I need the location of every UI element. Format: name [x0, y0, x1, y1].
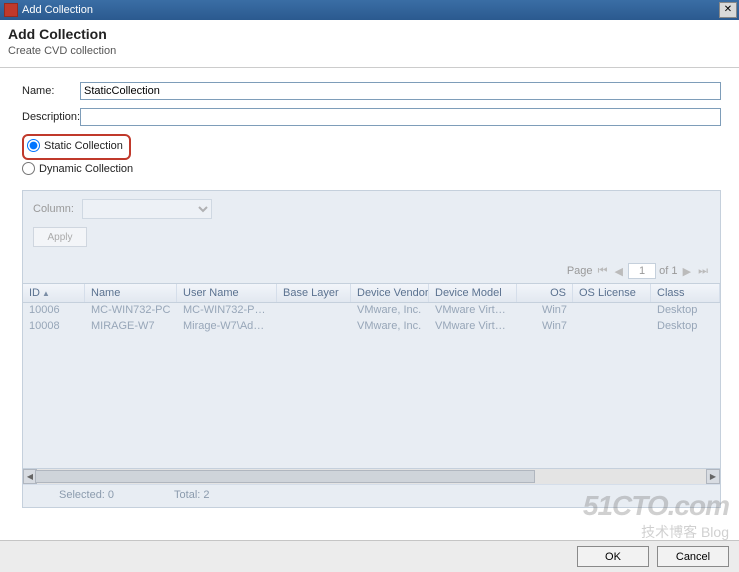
description-field[interactable]	[80, 108, 721, 126]
pager: Page ⏮ ◀ of 1 ▶ ⏭	[23, 257, 720, 283]
status-bar: Selected: 0 Total: 2	[23, 484, 720, 507]
page-input[interactable]	[628, 263, 656, 279]
dynamic-radio[interactable]	[22, 162, 35, 175]
grid-panel: Column: Apply Page ⏮ ◀ of 1 ▶ ⏭ ID▲ Name…	[22, 190, 721, 508]
column-label: Column:	[33, 203, 74, 215]
scroll-right-icon[interactable]: ▶	[706, 469, 720, 484]
next-page-icon[interactable]: ▶	[681, 266, 693, 278]
first-page-icon[interactable]: ⏮	[596, 265, 610, 277]
scroll-thumb[interactable]	[35, 470, 535, 483]
cancel-button[interactable]: Cancel	[657, 546, 729, 567]
col-user[interactable]: User Name	[177, 284, 277, 302]
last-page-icon[interactable]: ⏭	[696, 265, 710, 277]
total-count: Total: 2	[174, 489, 209, 501]
static-radio-label[interactable]: Static Collection	[27, 139, 123, 152]
dialog-header: Add Collection Create CVD collection	[0, 20, 739, 68]
window-title: Add Collection	[22, 4, 93, 16]
column-select[interactable]	[82, 199, 212, 219]
sort-asc-icon: ▲	[42, 289, 50, 298]
col-base[interactable]: Base Layer	[277, 284, 351, 302]
form-area: Name: Description: Static Collection Dyn…	[0, 68, 739, 184]
dynamic-radio-label[interactable]: Dynamic Collection	[22, 162, 133, 175]
col-class[interactable]: Class	[651, 284, 720, 302]
description-label: Description:	[22, 111, 80, 123]
apply-button[interactable]: Apply	[33, 227, 87, 247]
table-row[interactable]: 10008 MIRAGE-W7 Mirage-W7\Admini... VMwa…	[23, 319, 720, 335]
app-icon	[4, 3, 18, 17]
name-field[interactable]	[80, 82, 721, 100]
col-name[interactable]: Name	[85, 284, 177, 302]
name-label: Name:	[22, 85, 80, 97]
static-radio[interactable]	[27, 139, 40, 152]
dialog-footer: OK Cancel	[0, 540, 739, 572]
grid-header: ID▲ Name User Name Base Layer Device Ven…	[23, 283, 720, 303]
page-of-label: of 1	[659, 265, 677, 277]
static-highlight: Static Collection	[22, 134, 131, 160]
col-device-model[interactable]: Device Model	[429, 284, 517, 302]
selected-count: Selected: 0	[59, 489, 114, 501]
col-id[interactable]: ID▲	[23, 284, 85, 302]
data-grid: ID▲ Name User Name Base Layer Device Ven…	[23, 283, 720, 507]
ok-button[interactable]: OK	[577, 546, 649, 567]
page-subtitle: Create CVD collection	[8, 45, 731, 57]
grid-body: 10006 MC-WIN732-PC MC-WIN732-PC\M... VMw…	[23, 303, 720, 468]
filter-row: Column:	[23, 191, 720, 227]
titlebar: Add Collection ✕	[0, 0, 739, 20]
horizontal-scrollbar[interactable]: ◀ ▶	[23, 468, 720, 484]
col-os-license[interactable]: OS License	[573, 284, 651, 302]
col-device-vendor[interactable]: Device Vendor	[351, 284, 429, 302]
prev-page-icon[interactable]: ◀	[613, 266, 625, 278]
table-row[interactable]: 10006 MC-WIN732-PC MC-WIN732-PC\M... VMw…	[23, 303, 720, 319]
page-title: Add Collection	[8, 26, 731, 42]
page-label: Page	[567, 265, 593, 277]
close-icon[interactable]: ✕	[719, 2, 737, 18]
col-os[interactable]: OS	[517, 284, 573, 302]
